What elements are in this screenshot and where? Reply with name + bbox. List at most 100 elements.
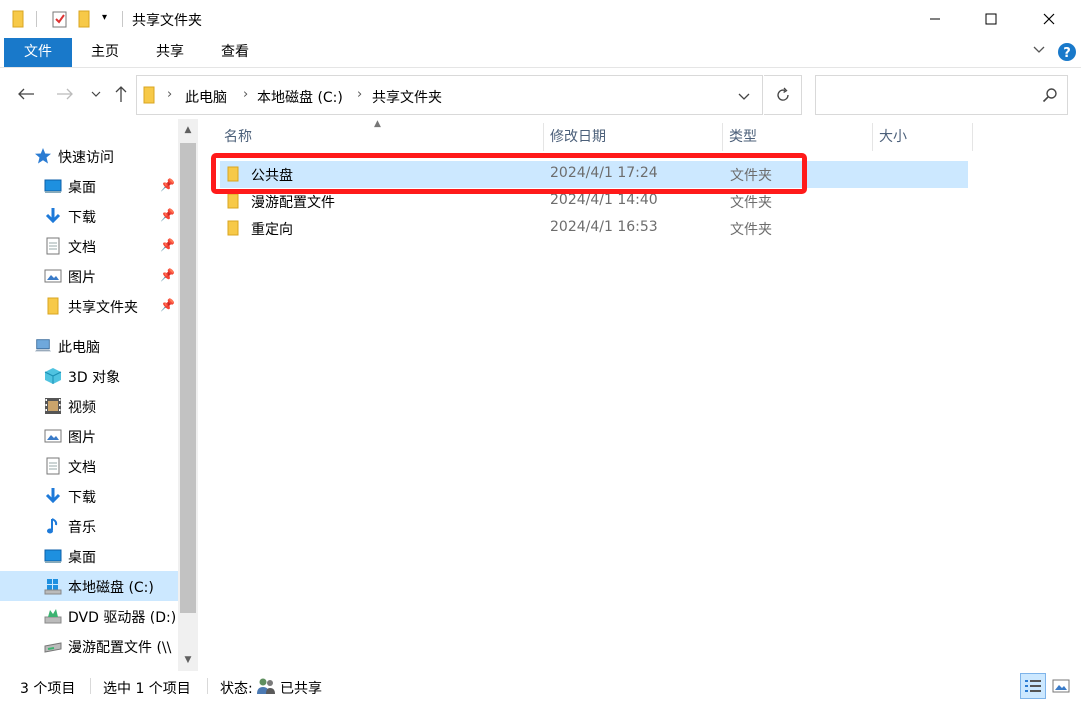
properties-icon[interactable] <box>52 10 68 32</box>
nav-documents[interactable]: 文档 <box>0 451 178 481</box>
folder-icon <box>44 297 62 315</box>
nav-local-disk-c[interactable]: 本地磁盘 (C:) <box>0 571 178 601</box>
large-icons-view-button[interactable] <box>1048 673 1074 699</box>
chevron-right-icon[interactable]: › <box>167 87 172 102</box>
star-icon <box>34 147 52 165</box>
folder-icon <box>226 193 242 209</box>
address-bar[interactable]: › 此电脑 › 本地磁盘 (C:) › 共享文件夹 <box>136 75 763 115</box>
address-history-icon[interactable] <box>738 90 750 106</box>
chevron-right-icon[interactable]: › <box>357 87 362 102</box>
file-row[interactable]: 漫游配置文件 2024/4/1 14:40 文件夹 <box>220 188 968 215</box>
item-count: 3 个项目 <box>20 681 76 697</box>
document-icon <box>44 237 62 255</box>
picture-icon <box>44 427 62 445</box>
download-icon <box>44 207 62 225</box>
recent-locations-icon[interactable] <box>86 84 106 104</box>
pin-icon[interactable]: 📌 <box>160 238 175 252</box>
column-header-name[interactable]: 名称 <box>218 123 541 151</box>
selected-count: 选中 1 个项目 <box>103 681 191 697</box>
folder-icon <box>226 166 242 182</box>
tab-share[interactable]: 共享 <box>145 38 195 67</box>
back-button[interactable] <box>16 84 36 104</box>
file-row[interactable]: 公共盘 2024/4/1 17:24 文件夹 <box>220 161 968 188</box>
up-button[interactable] <box>111 84 131 104</box>
breadcrumb-this-pc[interactable]: 此电脑 <box>185 87 227 107</box>
scroll-up-icon[interactable]: ▲ <box>178 119 198 141</box>
3d-objects-icon <box>44 367 62 385</box>
refresh-button[interactable] <box>764 75 802 115</box>
folder-icon <box>143 86 157 108</box>
download-icon <box>44 487 62 505</box>
nav-quick-shared-folder[interactable]: 共享文件夹 📌 <box>0 291 178 321</box>
maximize-button[interactable] <box>968 0 1014 38</box>
search-input[interactable] <box>815 75 1068 115</box>
new-folder-icon[interactable] <box>78 10 92 32</box>
music-icon <box>44 517 62 535</box>
nav-this-pc[interactable]: 此电脑 <box>0 331 178 361</box>
ribbon-tabs: 文件 主页 共享 查看 ? <box>0 38 1081 68</box>
expand-ribbon-icon[interactable] <box>1032 44 1046 60</box>
help-icon[interactable]: ? <box>1057 42 1077 66</box>
nav-quick-documents[interactable]: 文档 📌 <box>0 231 178 261</box>
nav-pictures[interactable]: 图片 <box>0 421 178 451</box>
nav-quick-desktop[interactable]: 桌面 📌 <box>0 171 178 201</box>
tab-view[interactable]: 查看 <box>210 38 260 67</box>
customize-toolbar-icon[interactable]: ▾ <box>102 12 107 23</box>
pin-icon[interactable]: 📌 <box>160 178 175 192</box>
nav-dvd-drive-d[interactable]: DVD 驱动器 (D:) <box>0 601 178 631</box>
forward-button[interactable] <box>55 84 75 104</box>
title-bar: ▾ 共享文件夹 <box>0 0 1081 38</box>
nav-3d-objects[interactable]: 3D 对象 <box>0 361 178 391</box>
breadcrumb-shared-folder[interactable]: 共享文件夹 <box>372 87 442 107</box>
close-button[interactable] <box>1026 0 1072 38</box>
pin-icon[interactable]: 📌 <box>160 208 175 222</box>
document-icon <box>44 457 62 475</box>
nav-quick-pictures[interactable]: 图片 📌 <box>0 261 178 291</box>
breadcrumb-local-disk[interactable]: 本地磁盘 (C:) <box>257 87 343 107</box>
network-drive-icon <box>44 637 62 655</box>
computer-icon <box>34 337 52 355</box>
pin-icon[interactable]: 📌 <box>160 268 175 282</box>
users-icon <box>256 677 276 699</box>
share-state-value: 已共享 <box>280 681 322 697</box>
dvd-icon <box>44 607 62 625</box>
details-view-button[interactable] <box>1020 673 1046 699</box>
picture-icon <box>44 267 62 285</box>
search-icon[interactable] <box>1042 87 1058 107</box>
folder-icon <box>226 220 242 236</box>
pin-icon[interactable]: 📌 <box>160 298 175 312</box>
svg-text:?: ? <box>1063 46 1071 61</box>
chevron-right-icon[interactable]: › <box>243 87 248 102</box>
file-list: ▲ 名称 修改日期 类型 大小 公共盘 2024/4/1 17:24 文件夹 漫… <box>198 119 1081 671</box>
tab-file[interactable]: 文件 <box>4 38 72 67</box>
desktop-icon <box>44 177 62 195</box>
share-state-label: 状态: <box>220 681 253 697</box>
nav-videos[interactable]: 视频 <box>0 391 178 421</box>
status-bar: 3 个项目 选中 1 个项目 状态: 已共享 <box>0 671 1081 701</box>
large-icons-view-icon <box>1052 679 1070 693</box>
nav-quick-downloads[interactable]: 下载 📌 <box>0 201 178 231</box>
navigation-pane: 快速访问 桌面 📌 下载 📌 文档 📌 图片 📌 共享文件夹 📌 此电脑 3D … <box>0 119 198 671</box>
file-row[interactable]: 重定向 2024/4/1 16:53 文件夹 <box>220 215 968 242</box>
minimize-button[interactable] <box>912 0 958 38</box>
video-icon <box>44 397 62 415</box>
details-view-icon <box>1025 680 1041 692</box>
tab-home[interactable]: 主页 <box>80 38 130 67</box>
drive-icon <box>44 577 62 595</box>
scroll-down-icon[interactable]: ▼ <box>178 649 198 671</box>
scroll-thumb[interactable] <box>180 143 196 613</box>
nav-desktop[interactable]: 桌面 <box>0 541 178 571</box>
desktop-icon <box>44 547 62 565</box>
nav-roaming-profile[interactable]: 漫游配置文件 (\\ <box>0 631 178 661</box>
nav-downloads[interactable]: 下载 <box>0 481 178 511</box>
nav-music[interactable]: 音乐 <box>0 511 178 541</box>
address-row: › 此电脑 › 本地磁盘 (C:) › 共享文件夹 <box>0 70 1081 118</box>
window-title: 共享文件夹 <box>132 13 202 29</box>
nav-scrollbar[interactable]: ▲ ▼ <box>178 119 198 671</box>
column-header-type[interactable]: 类型 <box>723 123 872 151</box>
refresh-icon <box>776 87 789 101</box>
folder-icon <box>12 10 26 32</box>
nav-quick-access[interactable]: 快速访问 <box>0 141 178 171</box>
column-header-size[interactable]: 大小 <box>873 123 972 151</box>
column-header-date[interactable]: 修改日期 <box>544 123 721 151</box>
